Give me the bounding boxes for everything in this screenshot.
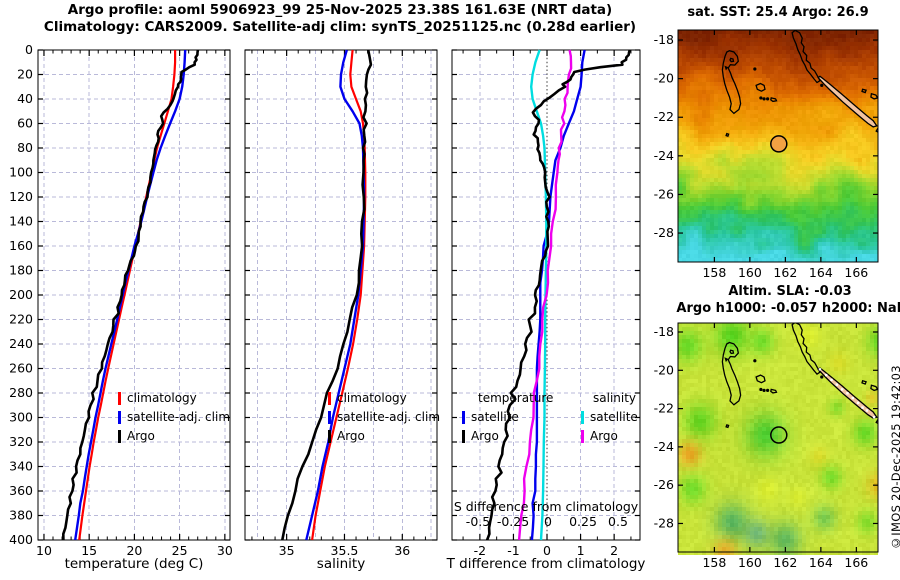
svg-text:10: 10 <box>36 543 52 558</box>
svg-text:164: 164 <box>809 555 833 570</box>
coastlines <box>721 30 878 138</box>
svg-text:-26: -26 <box>654 186 674 201</box>
legend-item: satellite <box>462 408 553 427</box>
legend-title: salinity <box>593 391 637 405</box>
sla-map-title: Altim. SLA: -0.03 <box>728 284 852 299</box>
climatology-line-swatch <box>328 392 331 405</box>
s-axis-tick-label: -0.5 <box>465 514 491 529</box>
diff-plot-temperature-legend: temperature satellite Argo <box>462 389 553 446</box>
svg-text:-24: -24 <box>654 439 674 454</box>
svg-text:300: 300 <box>9 410 33 425</box>
argo-profile-figure: Argo profile: aoml 5906923_99 25-Nov-202… <box>0 0 900 580</box>
s-axis-tick-label: 0.5 <box>608 514 628 529</box>
svg-text:158: 158 <box>702 555 726 570</box>
svg-text:40: 40 <box>17 91 33 106</box>
svg-text:160: 160 <box>9 238 33 253</box>
svg-text:140: 140 <box>9 214 33 229</box>
s-axis-tick-label: 0 <box>544 514 552 529</box>
diff-plot-salinity-legend: salinity satellite Argo <box>581 389 638 446</box>
legend-item: satellite <box>581 408 638 427</box>
s-axis-tick-label: -0.25 <box>496 514 530 529</box>
sst-map-title: sat. SST: 25.4 Argo: 26.9 <box>687 5 869 20</box>
legend-item: Argo <box>118 427 230 446</box>
svg-text:164: 164 <box>809 265 833 280</box>
svg-text:-22: -22 <box>654 109 674 124</box>
svg-text:166: 166 <box>844 265 868 280</box>
argo-float-marker <box>770 135 788 153</box>
svg-text:0: 0 <box>25 42 33 57</box>
svg-text:20: 20 <box>17 67 33 82</box>
svg-text:120: 120 <box>9 189 33 204</box>
svg-text:36: 36 <box>394 543 410 558</box>
legend-item: Argo <box>462 427 553 446</box>
t-argo-line-swatch <box>462 430 465 443</box>
temperature-axis-label: temperature (deg C) <box>64 556 204 572</box>
svg-text:-18: -18 <box>654 324 674 339</box>
s-axis-tick-label: 0.25 <box>569 514 597 529</box>
svg-text:30: 30 <box>217 543 233 558</box>
legend-item: satellite-adj. clim <box>118 408 230 427</box>
svg-text:320: 320 <box>9 434 33 449</box>
legend-item: satellite-adj. clim <box>328 408 440 427</box>
svg-text:-20: -20 <box>654 71 674 86</box>
argo-float-marker <box>770 426 788 444</box>
svg-text:-28: -28 <box>654 225 674 240</box>
svg-text:340: 340 <box>9 459 33 474</box>
svg-text:162: 162 <box>773 555 797 570</box>
s-difference-axis-label: S difference from climatology <box>453 499 639 514</box>
svg-text:360: 360 <box>9 483 33 498</box>
svg-text:160: 160 <box>738 555 762 570</box>
svg-text:80: 80 <box>17 140 33 155</box>
satellite-clim-line-swatch <box>118 411 121 424</box>
svg-text:400: 400 <box>9 532 33 547</box>
svg-text:158: 158 <box>702 265 726 280</box>
s-argo-line-swatch <box>581 430 584 443</box>
argo-line-swatch <box>118 430 121 443</box>
svg-text:166: 166 <box>844 555 868 570</box>
svg-text:-20: -20 <box>654 362 674 377</box>
legend-item: Argo <box>581 427 638 446</box>
t-satellite-line-swatch <box>462 411 465 424</box>
svg-text:-28: -28 <box>654 515 674 530</box>
argo-line-swatch <box>328 430 331 443</box>
svg-text:280: 280 <box>9 385 33 400</box>
svg-text:100: 100 <box>9 165 33 180</box>
climatology-line-swatch <box>118 392 121 405</box>
svg-text:162: 162 <box>773 265 797 280</box>
legend-item: Argo <box>328 427 440 446</box>
svg-text:380: 380 <box>9 508 33 523</box>
imos-watermark: ©IMOS 20-Dec-2025 19:42:03 <box>889 365 900 550</box>
temperature-plot-legend: climatology satellite-adj. clim Argo <box>118 389 230 446</box>
svg-text:35: 35 <box>279 543 295 558</box>
legend-item: climatology <box>328 389 440 408</box>
s-satellite-line-swatch <box>581 411 584 424</box>
svg-text:180: 180 <box>9 263 33 278</box>
svg-text:200: 200 <box>9 287 33 302</box>
svg-text:160: 160 <box>738 265 762 280</box>
legend-title: temperature <box>478 391 554 405</box>
sla-map-subtitle: Argo h1000: -0.057 h2000: NaN <box>676 301 900 316</box>
svg-text:60: 60 <box>17 116 33 131</box>
salinity-axis-label: salinity <box>316 556 366 572</box>
svg-text:-24: -24 <box>654 148 674 163</box>
salinity-plot-legend: climatology satellite-adj. clim Argo <box>328 389 440 446</box>
svg-text:-26: -26 <box>654 477 674 492</box>
svg-text:260: 260 <box>9 361 33 376</box>
satellite-clim-line-swatch <box>328 411 331 424</box>
svg-text:220: 220 <box>9 312 33 327</box>
svg-text:-18: -18 <box>654 32 674 47</box>
coastlines <box>721 323 878 429</box>
svg-text:240: 240 <box>9 336 33 351</box>
legend-item: climatology <box>118 389 230 408</box>
t-difference-axis-label: T difference from climatology <box>446 556 646 572</box>
svg-text:-22: -22 <box>654 401 674 416</box>
